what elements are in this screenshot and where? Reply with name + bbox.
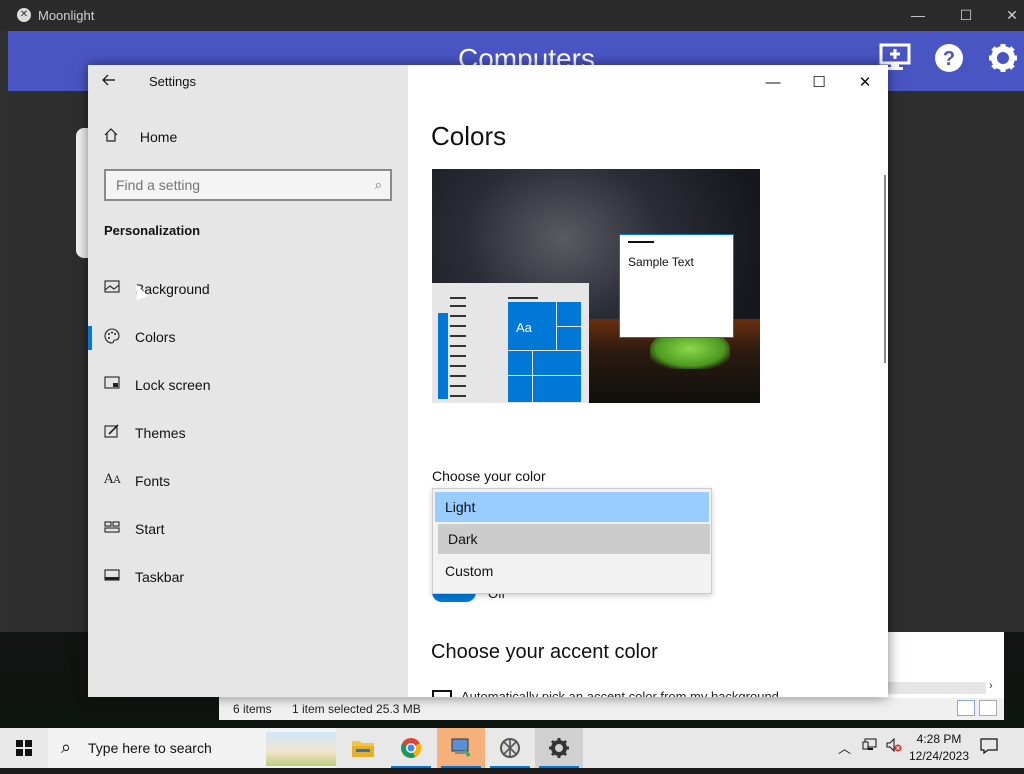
sidebar-item-themes[interactable]: Themes <box>88 414 408 454</box>
back-arrow-icon[interactable] <box>102 73 122 93</box>
accent-color-heading: Choose your accent color <box>431 641 658 663</box>
settings-sidebar: Settings Home ⌕ Personalization Backgrou… <box>88 65 408 697</box>
palette-icon <box>104 328 124 347</box>
moonlight-app-icon: ✕ <box>17 8 31 22</box>
system-clock[interactable]: 4:28 PM 12/24/2023 <box>906 731 972 765</box>
settings-window: Settings Home ⌕ Personalization Backgrou… <box>88 65 888 697</box>
chrome-icon[interactable] <box>387 728 435 768</box>
gear-icon[interactable] <box>986 43 1020 77</box>
settings-taskbar-icon[interactable] <box>535 728 583 768</box>
preview-tile-label: Aa <box>516 320 532 335</box>
notifications-icon[interactable] <box>980 738 998 759</box>
page-title: Colors <box>431 121 507 151</box>
taskbar: ⌕ Type here to search ︿ 4:28 PM 12/24/20… <box>0 728 1024 768</box>
start-icon <box>104 520 124 536</box>
svg-text:?: ? <box>943 48 955 70</box>
scroll-right-icon[interactable]: › <box>989 680 993 692</box>
details-view-icon[interactable] <box>957 700 975 716</box>
close-button[interactable]: ✕ <box>842 69 888 97</box>
search-input[interactable] <box>106 171 356 199</box>
dropdown-option-custom[interactable]: Custom <box>435 556 709 586</box>
choose-color-label: Choose your color <box>432 468 546 484</box>
sidebar-item-label: Themes <box>135 425 186 441</box>
settings-window-title: Settings <box>149 74 196 89</box>
themes-icon <box>104 424 124 441</box>
preview-start-menu: Aa <box>432 283 589 403</box>
moonlight-window-title: Moonlight <box>38 8 95 23</box>
sidebar-item-label: Start <box>135 521 165 537</box>
explorer-horizontal-scrollbar[interactable] <box>886 682 986 694</box>
sidebar-item-label: Fonts <box>135 473 171 489</box>
nav-home[interactable]: Home <box>104 128 177 150</box>
sidebar-item-lock-screen[interactable]: Lock screen <box>88 366 408 406</box>
minimize-button[interactable]: — <box>898 4 938 26</box>
volume-muted-icon[interactable] <box>886 737 902 755</box>
moonlight-taskbar-icon[interactable] <box>486 728 534 768</box>
windows-logo-icon <box>16 740 32 756</box>
section-header: Personalization <box>104 223 201 238</box>
start-button[interactable] <box>0 728 48 768</box>
large-icons-view-icon[interactable] <box>979 700 997 716</box>
lock-screen-icon <box>104 376 124 393</box>
preview-sample-text: Sample Text <box>628 255 694 269</box>
search-icon: ⌕ <box>61 737 72 757</box>
sidebar-item-label: Colors <box>135 329 176 345</box>
moonlight-titlebar: ✕ Moonlight — ☐ ✕ <box>0 0 1024 31</box>
taskbar-search-placeholder: Type here to search <box>88 740 212 756</box>
close-button[interactable]: ✕ <box>992 4 1024 26</box>
vertical-scrollbar[interactable] <box>884 175 886 363</box>
find-setting-search[interactable]: ⌕ <box>104 169 392 201</box>
clock-time: 4:28 PM <box>916 732 962 746</box>
home-icon <box>104 128 124 145</box>
fonts-icon: AA <box>104 472 121 487</box>
selection-info: 1 item selected 25.3 MB <box>292 702 421 716</box>
sidebar-item-label: Taskbar <box>135 569 185 585</box>
search-icon[interactable]: ⌕ <box>375 177 382 193</box>
items-count: 6 items <box>233 702 272 716</box>
maximize-button[interactable]: ☐ <box>796 69 842 97</box>
sidebar-item-start[interactable]: Start <box>88 510 408 550</box>
picture-icon <box>104 280 124 296</box>
show-hidden-icons-icon[interactable]: ︿ <box>838 738 851 757</box>
sidebar-item-taskbar[interactable]: Taskbar <box>88 558 408 598</box>
color-mode-dropdown[interactable]: Light Dark Custom <box>432 488 712 594</box>
auto-accent-checkbox[interactable] <box>432 690 452 697</box>
auto-accent-label: Automatically pick an accent color from … <box>461 689 779 697</box>
search-highlight-illustration <box>266 732 336 766</box>
sidebar-item-label: Lock screen <box>135 377 211 393</box>
explorer-status-bar: 6 items 1 item selected 25.3 MB <box>219 698 1004 720</box>
preview-window: Sample Text <box>619 234 734 338</box>
network-icon[interactable] <box>862 738 878 755</box>
help-icon[interactable]: ? <box>932 43 966 77</box>
minimize-button[interactable]: — <box>750 69 796 97</box>
file-explorer-icon[interactable] <box>339 728 387 768</box>
sidebar-item-fonts[interactable]: AA Fonts <box>88 462 408 502</box>
control-panel-icon[interactable] <box>437 728 485 768</box>
dropdown-option-dark[interactable]: Dark <box>438 524 710 554</box>
taskbar-icon <box>104 568 124 584</box>
settings-main-panel: — ☐ ✕ Colors Aa Sample Text Choose your … <box>408 65 888 697</box>
nav-home-label: Home <box>139 129 178 145</box>
dropdown-option-light[interactable]: Light <box>435 492 709 522</box>
clock-date: 12/24/2023 <box>908 749 970 763</box>
color-preview: Aa Sample Text <box>432 169 760 403</box>
maximize-button[interactable]: ☐ <box>946 4 986 26</box>
sidebar-item-colors[interactable]: Colors <box>88 318 408 358</box>
